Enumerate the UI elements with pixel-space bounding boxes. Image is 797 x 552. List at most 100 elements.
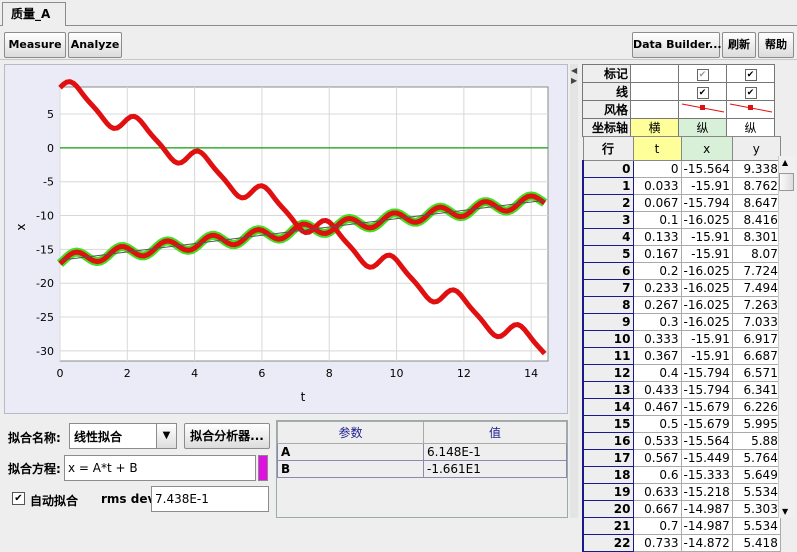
cell-t[interactable]: 0.267 [632, 296, 682, 314]
cell-t[interactable]: 0.167 [632, 245, 682, 263]
cell-x[interactable]: -16.025 [680, 211, 733, 229]
cell-x[interactable]: -15.564 [680, 432, 733, 450]
cell-x[interactable]: -15.91 [680, 245, 733, 263]
column-header-t[interactable]: t [632, 136, 682, 161]
cell-y[interactable]: 8.416 [731, 211, 781, 229]
cell-y[interactable]: 8.07 [731, 245, 781, 263]
cell-x[interactable]: -15.91 [680, 347, 733, 365]
cell-x[interactable]: -15.333 [680, 466, 733, 484]
cell-x[interactable]: -14.987 [680, 517, 733, 535]
cell-t[interactable]: 0.367 [632, 347, 682, 365]
table-row[interactable]: 4 0.133 -15.91 8.301 [582, 228, 781, 246]
cell-y[interactable]: 5.764 [731, 449, 781, 467]
table-row[interactable]: 15 0.5 -15.679 5.995 [582, 415, 781, 433]
cell-y[interactable]: 5.995 [731, 415, 781, 433]
table-row[interactable]: 7 0.233 -16.025 7.494 [582, 279, 781, 297]
data-builder-button[interactable]: Data Builder... [632, 32, 722, 58]
cell-y[interactable]: 6.917 [731, 330, 781, 348]
cell-t[interactable]: 0.7 [632, 517, 682, 535]
cell-t[interactable]: 0.5 [632, 415, 682, 433]
cell-t[interactable]: 0.1 [632, 211, 682, 229]
cell-t[interactable]: 0 [632, 160, 682, 178]
measure-button[interactable]: Measure [4, 32, 66, 58]
param-value[interactable]: -1.661E1 [423, 460, 567, 478]
fit-name-select[interactable]: 线性拟合 ▼ [69, 423, 177, 449]
cell-y[interactable]: 5.649 [731, 466, 781, 484]
cell-t[interactable]: 0.4 [632, 364, 682, 382]
cell-t[interactable]: 0.733 [632, 534, 682, 552]
cell-y[interactable]: 8.647 [731, 194, 781, 212]
cell-x[interactable]: -15.679 [680, 398, 733, 416]
y-style-swatch[interactable] [726, 100, 775, 119]
table-row[interactable]: 14 0.467 -15.679 6.226 [582, 398, 781, 416]
fit-analyzer-button[interactable]: 拟合分析器... [184, 423, 270, 449]
cell-y[interactable]: 5.534 [731, 517, 781, 535]
cell-t[interactable]: 0.133 [632, 228, 682, 246]
cell-t[interactable]: 0.467 [632, 398, 682, 416]
cell-x[interactable]: -15.679 [680, 415, 733, 433]
cell-t[interactable]: 0.333 [632, 330, 682, 348]
table-row[interactable]: 5 0.167 -15.91 8.07 [582, 245, 781, 263]
cell-y[interactable]: 5.303 [731, 500, 781, 518]
splitter[interactable]: ◀ ▶ [570, 64, 578, 518]
cell-x[interactable]: -16.025 [680, 296, 733, 314]
cell-t[interactable]: 0.567 [632, 449, 682, 467]
param-value[interactable]: 6.148E-1 [423, 443, 567, 461]
param-row[interactable]: B -1.661E1 [277, 460, 567, 478]
cell-x[interactable]: -15.91 [680, 228, 733, 246]
table-row[interactable]: 20 0.667 -14.987 5.303 [582, 500, 781, 518]
cell-x[interactable]: -15.91 [680, 330, 733, 348]
cell-y[interactable]: 5.88 [731, 432, 781, 450]
cell-y[interactable]: 6.341 [731, 381, 781, 399]
cell-x[interactable]: -15.91 [680, 177, 733, 195]
table-row[interactable]: 3 0.1 -16.025 8.416 [582, 211, 781, 229]
cell-y[interactable]: 8.762 [731, 177, 781, 195]
table-row[interactable]: 10 0.333 -15.91 6.917 [582, 330, 781, 348]
table-row[interactable]: 11 0.367 -15.91 6.687 [582, 347, 781, 365]
column-header-x[interactable]: x [680, 136, 733, 161]
cell-t[interactable]: 0.667 [632, 500, 682, 518]
cell-x[interactable]: -16.025 [680, 262, 733, 280]
cell-x[interactable]: -16.025 [680, 313, 733, 331]
cell-x[interactable]: -15.794 [680, 364, 733, 382]
cell-x[interactable]: -15.218 [680, 483, 733, 501]
chevron-down-icon[interactable]: ▼ [156, 424, 176, 448]
table-row[interactable]: 6 0.2 -16.025 7.724 [582, 262, 781, 280]
y-axis-cell[interactable]: 纵 [726, 118, 775, 137]
cell-y[interactable]: 6.571 [731, 364, 781, 382]
cell-y[interactable]: 6.226 [731, 398, 781, 416]
cell-x[interactable]: -14.872 [680, 534, 733, 552]
collapse-left-arrow-icon[interactable]: ◀ [571, 66, 577, 75]
y-line-toggle[interactable]: ✔ [726, 82, 775, 101]
table-row[interactable]: 8 0.267 -16.025 7.263 [582, 296, 781, 314]
cell-t[interactable]: 0.433 [632, 381, 682, 399]
column-header-y[interactable]: y [731, 136, 781, 161]
cell-t[interactable]: 0.633 [632, 483, 682, 501]
t-axis-cell[interactable]: 横 [630, 118, 679, 137]
cell-x[interactable]: -16.025 [680, 279, 733, 297]
cell-y[interactable]: 8.301 [731, 228, 781, 246]
plot-panel[interactable]: 0 2 4 6 8 10 12 14 5 0 -5 -10 -15 -20 -25 -30 t x [4, 64, 568, 414]
cell-t[interactable]: 0.033 [632, 177, 682, 195]
fit-color-swatch[interactable] [258, 455, 268, 481]
table-row[interactable]: 16 0.533 -15.564 5.88 [582, 432, 781, 450]
table-scrollbar[interactable]: ▲ ▼ [778, 156, 795, 518]
scroll-down-icon[interactable]: ▼ [782, 507, 788, 516]
cell-t[interactable]: 0.2 [632, 262, 682, 280]
param-row[interactable]: A 6.148E-1 [277, 443, 567, 461]
table-row[interactable]: 0 0 -15.564 9.338 [582, 160, 781, 178]
fit-equation-field[interactable]: x = A*t + B [64, 455, 256, 481]
y-marker-toggle[interactable]: ✔ [726, 64, 775, 83]
analyze-button[interactable]: Analyze [68, 32, 122, 58]
table-row[interactable]: 22 0.733 -14.872 5.418 [582, 534, 781, 552]
table-row[interactable]: 21 0.7 -14.987 5.534 [582, 517, 781, 535]
table-row[interactable]: 19 0.633 -15.218 5.534 [582, 483, 781, 501]
cell-x[interactable]: -14.987 [680, 500, 733, 518]
table-row[interactable]: 17 0.567 -15.449 5.764 [582, 449, 781, 467]
refresh-button[interactable]: 刷新 [722, 32, 756, 58]
table-row[interactable]: 12 0.4 -15.794 6.571 [582, 364, 781, 382]
auto-fit-checkbox[interactable]: ✔ [12, 492, 25, 505]
scrollbar-thumb[interactable] [779, 173, 794, 191]
cell-t[interactable]: 0.067 [632, 194, 682, 212]
help-button[interactable]: 帮助 [758, 32, 794, 58]
